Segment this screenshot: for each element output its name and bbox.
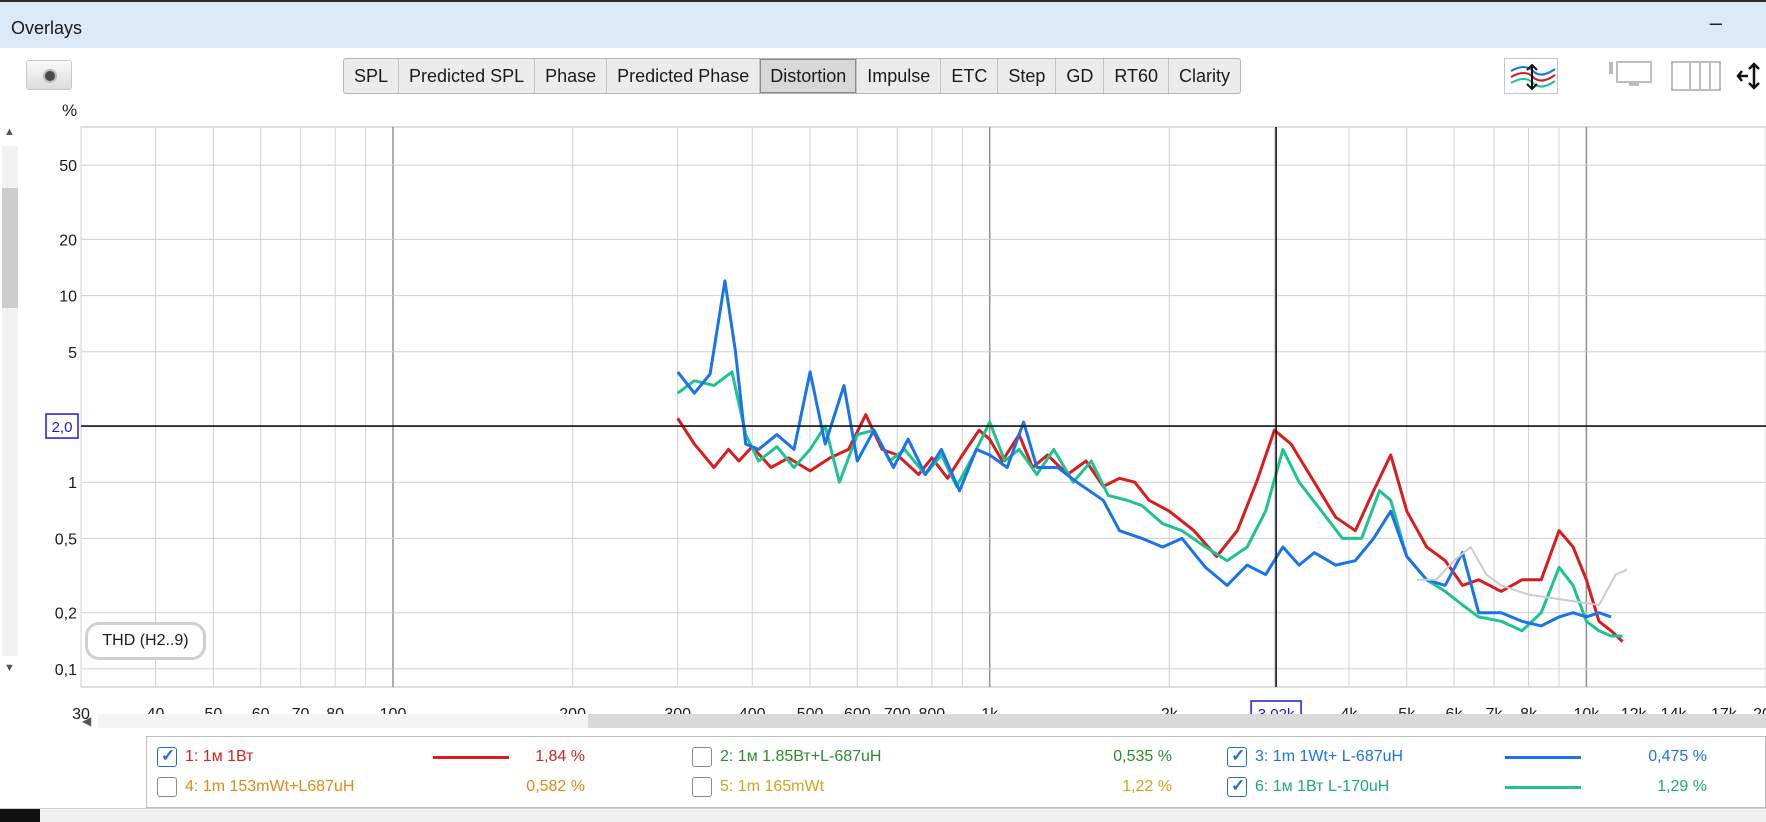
tab-gd[interactable]: GD [1056, 59, 1105, 93]
footer-dark-block [0, 809, 40, 822]
fit-icon[interactable] [1736, 58, 1766, 94]
tab-predicted-spl[interactable]: Predicted SPL [399, 59, 536, 93]
legend-value-3: 0,475 % [1648, 748, 1707, 765]
legend-value-4: 0,582 % [526, 778, 585, 795]
footer-strip [0, 808, 1766, 822]
legend-item-2: 2: 1м 1.85Вт+L-687uH 0,535 % [692, 742, 1192, 772]
legend-name-6: 6: 1м 1Вт L-170uH [1255, 778, 1390, 795]
legend-line-1 [433, 756, 509, 759]
legend-checkbox-6[interactable] [1227, 776, 1247, 797]
legend-name-1: 1: 1м 1Вт [185, 748, 254, 765]
thd-selector-button[interactable]: THD (H2..9) [85, 622, 206, 660]
grid-view-glyph [1671, 61, 1721, 91]
legend-item-1: 1: 1м 1Вт 1,84 % [157, 742, 605, 772]
tab-distortion[interactable]: Distortion [760, 59, 858, 93]
horizontal-scroll-thumb[interactable] [588, 714, 1766, 728]
camera-icon[interactable] [26, 60, 72, 90]
waveform-icon[interactable] [1504, 58, 1558, 94]
title-bar: Overlays – [0, 0, 1766, 48]
tab-phase[interactable]: Phase [535, 59, 608, 93]
legend-checkbox-2[interactable] [692, 747, 712, 767]
legend-checkbox-1[interactable] [157, 746, 177, 767]
single-view-glyph [1609, 61, 1652, 86]
legend-value-1: 1,84 % [535, 748, 585, 765]
distortion-graph[interactable]: 3040506070801002003004005006007008001k2k… [0, 110, 1766, 726]
horizontal-scrollbar[interactable]: ◀ [78, 712, 1766, 730]
legend-line-6 [1505, 786, 1581, 789]
single-view-icon[interactable] [1607, 58, 1655, 94]
minimize-button[interactable]: – [1710, 10, 1722, 36]
chart-svg: 3040506070801002003004005006007008001k2k… [45, 126, 1766, 726]
legend-item-6: 6: 1м 1Вт L-170uH 1,29 % [1227, 772, 1727, 802]
legend-checkbox-4[interactable] [157, 777, 177, 797]
legend-name-4: 4: 1m 153mWt+L687uH [185, 778, 355, 795]
y-tick-label: 50 [59, 158, 77, 175]
tab-impulse[interactable]: Impulse [857, 59, 942, 93]
tab-predicted-phase[interactable]: Predicted Phase [607, 59, 761, 93]
tab-clarity[interactable]: Clarity [1169, 59, 1240, 93]
y-tick-label: 10 [59, 289, 77, 306]
legend-checkbox-5[interactable] [692, 777, 712, 797]
legend-value-2: 0,535 % [1113, 748, 1172, 765]
y-tick-label: 5 [68, 345, 77, 362]
legend-name-2: 2: 1м 1.85Вт+L-687uH [720, 748, 882, 765]
cursor-y-label: 2,0 [52, 419, 73, 436]
y-tick-label: 0,1 [55, 662, 77, 679]
y-tick-label: 0,5 [55, 531, 77, 548]
y-tick-label: 0,2 [55, 606, 77, 623]
overlays-window: Overlays – SPL Predicted SPL Phase Predicte… [0, 0, 1766, 822]
legend-item-4: 4: 1m 153mWt+L687uH 0,582 % [157, 772, 605, 802]
legend-line-3 [1505, 756, 1581, 759]
tab-etc[interactable]: ETC [941, 59, 999, 93]
scroll-left-icon[interactable]: ◀ [82, 714, 91, 728]
legend-name-5: 5: 1m 165mWt [720, 778, 825, 795]
grid-view-icon[interactable] [1670, 58, 1722, 94]
plot-area [80, 126, 1766, 688]
legend-item-5: 5: 1m 165mWt 1,22 % [692, 772, 1192, 802]
legend-value-5: 1,22 % [1122, 778, 1172, 795]
y-tick-label: 1 [68, 475, 77, 492]
tab-spl[interactable]: SPL [344, 59, 400, 93]
graph-type-tabs: SPL Predicted SPL Phase Predicted Phase Dist… [343, 58, 1242, 94]
legend-name-3: 3: 1m 1Wt+ L-687uH [1255, 748, 1404, 765]
tab-rt60[interactable]: RT60 [1104, 59, 1170, 93]
tab-step[interactable]: Step [998, 59, 1057, 93]
waveform-glyph [1510, 63, 1556, 91]
y-tick-label: 20 [59, 232, 77, 249]
window-title: Overlays [11, 18, 83, 38]
legend-checkbox-3[interactable] [1227, 746, 1247, 767]
legend-item-3: 3: 1m 1Wt+ L-687uH 0,475 % [1227, 742, 1727, 772]
camera-lens [43, 69, 57, 83]
measurement-legend: 1: 1м 1Вт 1,84 % 2: 1м 1.85Вт+L-687uH 0,535… [146, 736, 1766, 808]
legend-value-6: 1,29 % [1657, 778, 1707, 795]
fit-glyph [1736, 62, 1760, 90]
